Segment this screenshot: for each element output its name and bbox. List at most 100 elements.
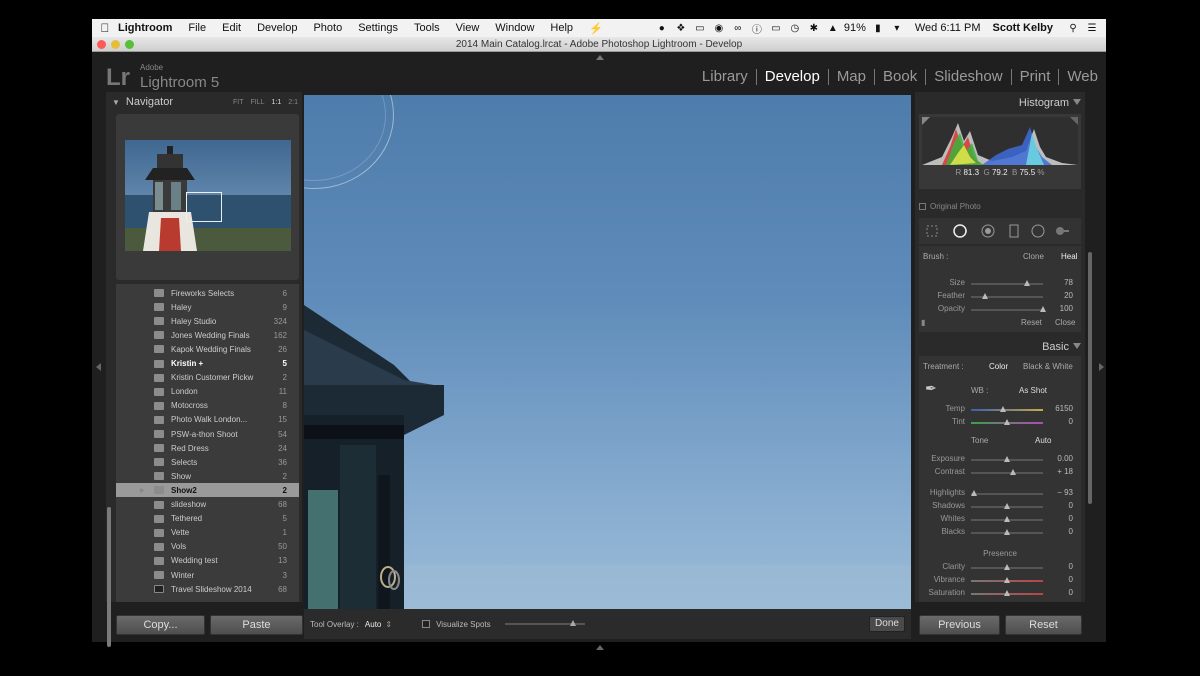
left-panel-scrollbar[interactable] xyxy=(107,507,111,647)
slider-value[interactable]: + 18 xyxy=(1057,467,1073,476)
airplay-icon[interactable]: ▭ xyxy=(768,23,784,34)
slider-track[interactable] xyxy=(971,503,1043,509)
slider-knob[interactable] xyxy=(1004,456,1010,462)
slider-knob[interactable] xyxy=(1040,306,1046,312)
histogram[interactable]: R 81.3 G 79.2 B 75.5 % xyxy=(919,114,1081,189)
folder-row[interactable]: slideshow 68 xyxy=(116,498,299,512)
folder-row[interactable]: Kristin + 5 xyxy=(116,357,299,371)
dropbox-icon[interactable]: ❖ xyxy=(673,23,689,34)
menu-settings[interactable]: Settings xyxy=(358,22,398,34)
folder-row[interactable]: Vols 50 xyxy=(116,540,299,554)
filmstrip-toggle-icon[interactable] xyxy=(596,645,604,650)
slider-value[interactable]: 0 xyxy=(1069,501,1073,510)
zoom-fit[interactable]: FIT xyxy=(233,99,244,106)
radial-filter-icon[interactable] xyxy=(1031,224,1045,238)
slider-track[interactable] xyxy=(971,577,1043,583)
slider-value[interactable]: 20 xyxy=(1064,291,1073,300)
folder-row[interactable]: Haley Studio 324 xyxy=(116,314,299,328)
folder-row[interactable]: Winter 3 xyxy=(116,568,299,582)
right-panel-scrollbar[interactable] xyxy=(1088,252,1092,504)
slider-value[interactable]: 78 xyxy=(1064,278,1073,287)
slider-track[interactable] xyxy=(971,419,1043,425)
menu-develop[interactable]: Develop xyxy=(257,22,297,34)
folder-row[interactable]: Kristin Customer Pickw 2 xyxy=(116,371,299,385)
graduated-filter-icon[interactable] xyxy=(1007,224,1021,238)
histogram-header[interactable]: Histogram xyxy=(915,94,1085,112)
folder-row[interactable]: Motocross 8 xyxy=(116,399,299,413)
menu-window[interactable]: Window xyxy=(495,22,534,34)
folder-row[interactable]: Tethered 5 xyxy=(116,512,299,526)
folder-row[interactable]: Kapok Wedding Finals 26 xyxy=(116,342,299,356)
slider-track[interactable] xyxy=(971,280,1043,286)
module-map[interactable]: Map xyxy=(827,69,874,85)
previous-button[interactable]: Previous xyxy=(919,615,1000,635)
slider-value[interactable]: 0 xyxy=(1069,588,1073,597)
original-photo-checkbox[interactable] xyxy=(919,203,926,210)
slider-track[interactable] xyxy=(971,293,1043,299)
slider-knob[interactable] xyxy=(1004,419,1010,425)
collapse-triangle-icon[interactable] xyxy=(1073,343,1081,349)
slider-knob[interactable] xyxy=(1004,577,1010,583)
menu-clock[interactable]: Wed 6:11 PM xyxy=(915,22,981,34)
battery-icon[interactable]: ▮ xyxy=(870,23,886,34)
color-wheel-icon[interactable]: ◉ xyxy=(711,23,727,34)
tone-auto-button[interactable]: Auto xyxy=(1035,436,1051,445)
slider-value[interactable]: 0 xyxy=(1069,527,1073,536)
evernote-icon[interactable]: ● xyxy=(654,23,670,34)
folder-row[interactable]: Show 2 xyxy=(116,469,299,483)
slider-knob[interactable] xyxy=(1000,406,1007,412)
folder-row[interactable]: Haley 9 xyxy=(116,300,299,314)
slider-value[interactable]: 6150 xyxy=(1055,404,1073,413)
red-eye-icon[interactable] xyxy=(981,224,995,238)
module-develop[interactable]: Develop xyxy=(755,69,828,85)
zoom-fill[interactable]: FILL xyxy=(251,99,265,106)
expand-arrow-icon[interactable]: ▶ xyxy=(140,487,145,494)
zoom-1-1[interactable]: 1:1 xyxy=(272,99,282,106)
slider-track[interactable] xyxy=(971,456,1043,462)
brush-reset-button[interactable]: Reset xyxy=(1021,318,1042,327)
brush-close-button[interactable]: Close xyxy=(1055,318,1075,327)
folder-row[interactable]: Selects 36 xyxy=(116,455,299,469)
slider-knob[interactable] xyxy=(1004,503,1010,509)
slider-value[interactable]: 0 xyxy=(1069,575,1073,584)
module-library[interactable]: Library xyxy=(694,69,756,85)
navigator-preview[interactable] xyxy=(116,114,299,280)
slider-knob[interactable] xyxy=(1004,529,1010,535)
folder-row[interactable]: Vette 1 xyxy=(116,526,299,540)
slider-track[interactable] xyxy=(971,306,1046,312)
slider-track[interactable] xyxy=(970,490,1043,496)
menu-user[interactable]: Scott Kelby xyxy=(992,22,1053,34)
collapse-triangle-icon[interactable]: ▼ xyxy=(112,98,120,107)
slider-track[interactable] xyxy=(971,590,1043,596)
copy-button[interactable]: Copy... xyxy=(116,615,205,635)
left-panel-toggle-icon[interactable] xyxy=(96,363,101,371)
slider-value[interactable]: 0 xyxy=(1069,417,1073,426)
slider-knob[interactable] xyxy=(1004,564,1010,570)
paste-button[interactable]: Paste xyxy=(210,615,303,635)
slider-value[interactable]: 0 xyxy=(1069,514,1073,523)
slider-value[interactable]: 0 xyxy=(1069,562,1073,571)
slider-track[interactable] xyxy=(971,564,1043,570)
slider-knob[interactable] xyxy=(1004,590,1010,596)
menu-photo[interactable]: Photo xyxy=(313,22,342,34)
menu-edit[interactable]: Edit xyxy=(222,22,241,34)
menu-view[interactable]: View xyxy=(456,22,480,34)
module-slideshow[interactable]: Slideshow xyxy=(925,69,1010,85)
creative-cloud-icon[interactable]: ∞ xyxy=(730,23,746,34)
folder-row[interactable]: PSW-a-thon Shoot 54 xyxy=(116,427,299,441)
white-balance-dropper-icon[interactable]: ✒ xyxy=(925,380,937,397)
folder-row[interactable]: London 11 xyxy=(116,385,299,399)
slider-knob[interactable] xyxy=(1010,469,1017,475)
top-panel-toggle-icon[interactable] xyxy=(596,55,604,60)
crop-overlay-icon[interactable] xyxy=(925,224,939,238)
lightning-icon[interactable]: ⚡ xyxy=(589,22,603,35)
menu-tools[interactable]: Tools xyxy=(414,22,440,34)
navigator-header[interactable]: ▼ Navigator FIT FILL 1:1 2:1 xyxy=(106,92,302,112)
spotlight-search-icon[interactable]: ⚲ xyxy=(1065,23,1081,34)
module-print[interactable]: Print xyxy=(1010,69,1059,85)
notification-center-icon[interactable]: ☰ xyxy=(1084,23,1100,34)
clone-button[interactable]: Clone xyxy=(1023,252,1044,261)
slider-value[interactable]: 100 xyxy=(1060,304,1073,313)
phone-icon[interactable]: ▮ xyxy=(921,318,925,327)
folder-row[interactable]: Red Dress 24 xyxy=(116,441,299,455)
